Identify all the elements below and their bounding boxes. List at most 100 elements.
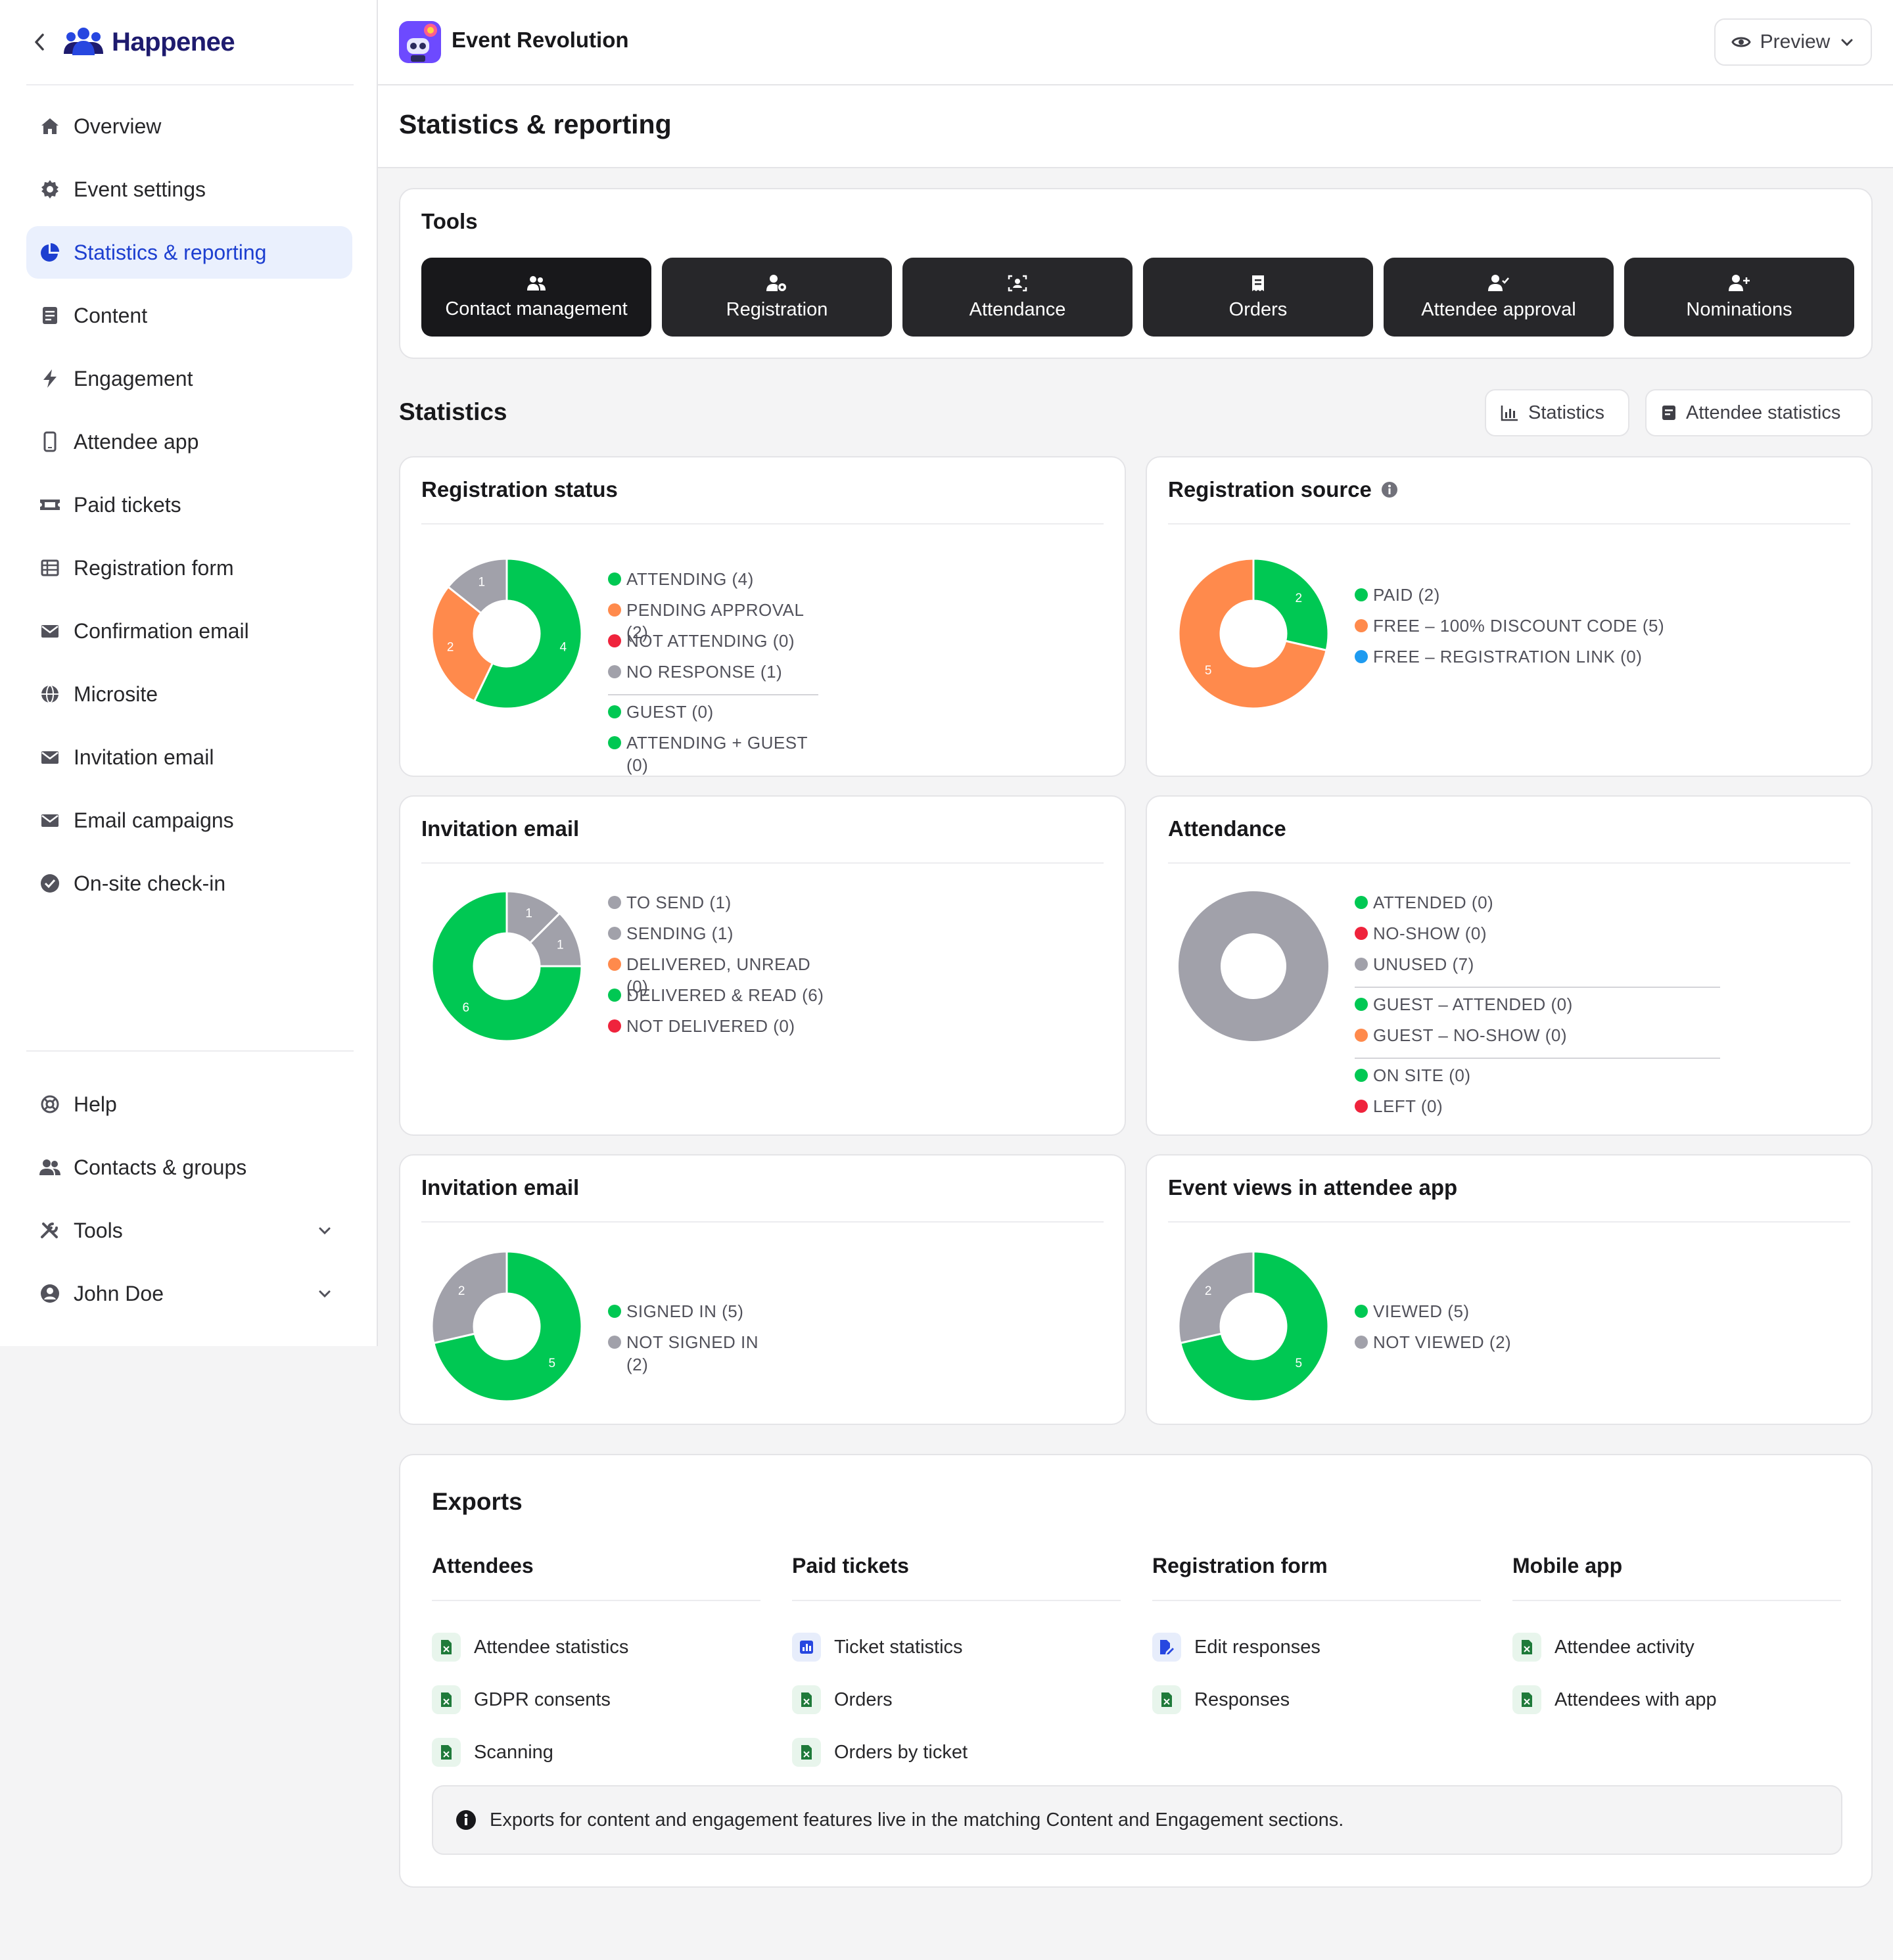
export-attendees-with-app[interactable]: Attendees with app: [1512, 1673, 1841, 1726]
tool-orders-button[interactable]: Orders: [1143, 258, 1373, 337]
legend-dot: [1355, 1100, 1368, 1113]
legend-label: SIGNED IN (5): [626, 1301, 744, 1321]
spreadsheet-icon: [432, 1633, 461, 1662]
sidebar-item-statistics-reporting[interactable]: Statistics & reporting: [26, 226, 352, 279]
tool-attendance-button[interactable]: Attendance: [902, 258, 1133, 337]
export-orders-by-ticket[interactable]: Orders by ticket: [792, 1726, 1121, 1779]
export-scanning[interactable]: Scanning: [432, 1726, 760, 1779]
sidebar-item-user[interactable]: John Doe: [26, 1267, 352, 1320]
legend-label: NO RESPONSE (1): [626, 662, 783, 682]
statistics-toggle-button[interactable]: Statistics: [1485, 389, 1629, 436]
legend-dot: [1355, 650, 1368, 663]
bar-chart-icon: [792, 1633, 821, 1662]
sidebar-item-engagement[interactable]: Engagement: [26, 352, 352, 405]
attendee-statistics-toggle-button[interactable]: Attendee statistics: [1645, 389, 1873, 436]
tool-attendee-approval-button[interactable]: Attendee approval: [1384, 258, 1614, 337]
preview-button[interactable]: Preview: [1714, 18, 1872, 66]
card-divider: [1168, 1221, 1850, 1223]
user-check-icon: [1488, 274, 1509, 291]
back-button[interactable]: [26, 29, 53, 55]
edit-document-icon: [1152, 1633, 1181, 1662]
tool-nominations-button[interactable]: Nominations: [1624, 258, 1854, 337]
legend-item: PENDING APPROVAL (2): [608, 599, 818, 642]
info-icon[interactable]: [1381, 481, 1398, 498]
legend-item: VIEWED (5): [1355, 1300, 1578, 1331]
chart-card-signed-in: Invitation email 52 SIGNED IN (5) NOT SIG…: [399, 1154, 1126, 1425]
top-bar: Event Revolution Preview: [378, 0, 1893, 85]
legend-dot: [608, 1019, 621, 1033]
user-circle-icon: [38, 1282, 62, 1305]
exports-column-title: Paid tickets: [792, 1554, 909, 1577]
legend-divider: [608, 694, 818, 695]
preview-label: Preview: [1760, 31, 1831, 53]
legend-dot: [1355, 958, 1368, 971]
exports-column-title: Mobile app: [1512, 1554, 1623, 1577]
event-avatar: [399, 21, 441, 63]
sidebar-item-overview[interactable]: Overview: [26, 100, 352, 152]
sidebar-item-content[interactable]: Content: [26, 289, 352, 342]
info-icon: [456, 1810, 476, 1830]
legend-label: TO SEND (1): [626, 893, 732, 912]
legend-label: SENDING (1): [626, 923, 734, 943]
legend-item: FREE – 100% DISCOUNT CODE (5): [1355, 615, 1696, 645]
sidebar-item-label: Help: [74, 1092, 117, 1116]
pie-chart-icon: [38, 241, 62, 264]
sidebar-item-contacts-groups[interactable]: Contacts & groups: [26, 1141, 352, 1194]
spreadsheet-icon: [792, 1685, 821, 1714]
signed-in-donut: 52: [431, 1250, 583, 1403]
document-icon: [38, 304, 62, 327]
spreadsheet-icon: [1512, 1685, 1541, 1714]
legend-label: ATTENDING (4): [626, 569, 754, 589]
legend-dot: [608, 1305, 621, 1318]
lightning-icon: [38, 367, 62, 390]
sidebar-item-event-settings[interactable]: Event settings: [26, 163, 352, 216]
sidebar-item-confirmation-email[interactable]: Confirmation email: [26, 605, 352, 657]
sidebar-item-invitation-email[interactable]: Invitation email: [26, 731, 352, 783]
sidebar-item-paid-tickets[interactable]: Paid tickets: [26, 478, 352, 531]
sidebar-item-attendee-app[interactable]: Attendee app: [26, 415, 352, 468]
export-ticket-statistics[interactable]: Ticket statistics: [792, 1621, 1121, 1673]
export-attendee-activity[interactable]: Attendee activity: [1512, 1621, 1841, 1673]
export-gdpr-consents[interactable]: GDPR consents: [432, 1673, 760, 1726]
signed-in-legend: SIGNED IN (5) NOT SIGNED IN (2): [608, 1300, 766, 1374]
export-label: Ticket statistics: [834, 1636, 963, 1658]
export-responses[interactable]: Responses: [1152, 1673, 1481, 1726]
tool-contact-management-button[interactable]: Contact management: [421, 258, 651, 337]
bar-chart-icon: [1501, 406, 1518, 421]
export-attendee-statistics[interactable]: Attendee statistics: [432, 1621, 760, 1673]
legend-label: ATTENDING + GUEST (0): [626, 733, 808, 775]
legend-label: FREE – REGISTRATION LINK (0): [1373, 647, 1643, 666]
card-divider: [421, 862, 1104, 864]
tool-button-label: Orders: [1228, 298, 1288, 320]
export-orders[interactable]: Orders: [792, 1673, 1121, 1726]
legend-label: DELIVERED & READ (6): [626, 985, 824, 1005]
legend-label: NOT DELIVERED (0): [626, 1016, 795, 1036]
sidebar-item-label: Engagement: [74, 366, 193, 390]
sidebar-item-label: On-site check-in: [74, 871, 226, 895]
sidebar-item-email-campaigns[interactable]: Email campaigns: [26, 794, 352, 847]
event-views-legend: VIEWED (5) NOT VIEWED (2): [1355, 1300, 1578, 1362]
card-divider: [1168, 862, 1850, 864]
main-content: Event Revolution Preview Statistics & re…: [378, 0, 1893, 1960]
sidebar-item-microsite[interactable]: Microsite: [26, 668, 352, 720]
sidebar-item-label: Event settings: [74, 177, 206, 201]
chart-card-registration-status: Registration status 4 2 1 ATTENDING (4) PEN…: [399, 456, 1126, 777]
sidebar-item-registration-form[interactable]: Registration form: [26, 542, 352, 594]
legend-dot: [608, 989, 621, 1002]
sidebar-item-help[interactable]: Help: [26, 1078, 352, 1131]
export-edit-responses[interactable]: Edit responses: [1152, 1621, 1481, 1673]
users-icon: [38, 1155, 62, 1179]
donut-data-label: 1: [479, 576, 486, 590]
envelope-icon: [38, 745, 62, 769]
legend-divider: [1355, 987, 1720, 988]
donut-data-label: 2: [447, 641, 454, 655]
export-label: Attendee statistics: [474, 1636, 629, 1658]
tool-button-label: Contact management: [445, 298, 628, 319]
sidebar-item-on-site-check-in[interactable]: On-site check-in: [26, 857, 352, 910]
sidebar-item-tools[interactable]: Tools: [26, 1204, 352, 1257]
sidebar-item-label: Microsite: [74, 682, 158, 706]
column-divider: [792, 1600, 1121, 1601]
sidebar-item-label: Invitation email: [74, 745, 214, 769]
spreadsheet-icon: [792, 1738, 821, 1767]
tool-registration-button[interactable]: Registration: [662, 258, 892, 337]
